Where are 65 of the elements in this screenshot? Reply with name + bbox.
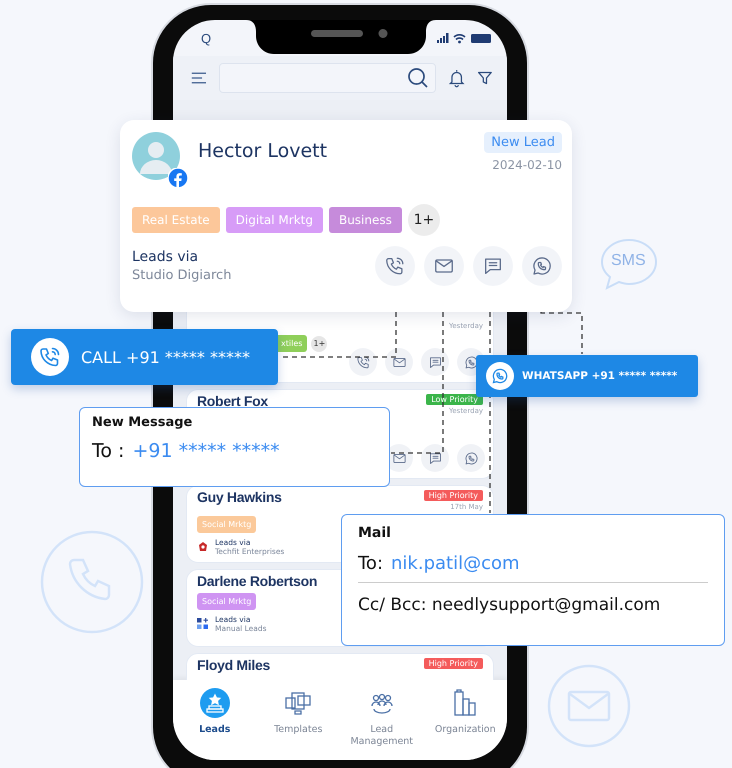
popup-title: New Message	[92, 415, 194, 430]
message-button[interactable]	[421, 444, 449, 472]
lead-card[interactable]: Floyd Miles High Priority	[186, 653, 494, 680]
whatsapp-icon	[464, 450, 478, 466]
tag: Real Estate	[132, 207, 220, 233]
status-text: Q	[201, 30, 212, 46]
more-tags-badge: 1+	[408, 204, 440, 236]
lead-name: Hector Lovett	[198, 140, 328, 162]
whatsapp-toast[interactable]: WHATSAPP +91 ***** *****	[476, 355, 698, 397]
avatar-icon	[132, 132, 180, 180]
lead-name: Floyd Miles	[197, 658, 270, 672]
company-logo-icon	[197, 541, 209, 553]
leads-via-label: Leads via	[132, 249, 200, 265]
lead-name: Guy Hawkins	[197, 490, 282, 507]
lead-name: Darlene Robertson	[197, 574, 318, 588]
whatsapp-icon	[531, 255, 553, 277]
nav-tab[interactable]: Templates	[258, 688, 338, 760]
templates-icon	[284, 690, 312, 716]
whatsapp-icon	[464, 354, 478, 370]
chat-icon	[428, 450, 442, 466]
call-toast[interactable]: CALL +91 ***** *****	[11, 329, 278, 385]
priority-badge: Low Priority	[426, 394, 483, 405]
grid-plus-icon	[197, 618, 209, 630]
whatsapp-icon	[486, 362, 514, 390]
sms-label: SMS	[611, 252, 646, 270]
nav-tab[interactable]: Lead Management	[342, 688, 422, 760]
lead-date: 2024-02-10	[492, 158, 562, 172]
status-badge: New Lead	[484, 132, 562, 153]
message-button[interactable]	[473, 246, 513, 286]
to-label: To :	[92, 440, 124, 462]
call-button[interactable]	[349, 348, 377, 376]
facebook-icon	[168, 168, 188, 188]
recipient-number: +91 ***** *****	[132, 440, 280, 462]
search-icon[interactable]	[406, 67, 429, 89]
whatsapp-number: WHATSAPP +91 ***** *****	[522, 370, 678, 382]
priority-badge: High Priority	[424, 490, 483, 501]
trophy-icon	[204, 692, 226, 714]
mail-circle-icon	[547, 664, 631, 748]
mail-button[interactable]	[385, 348, 413, 376]
lead-name: Robert Fox	[197, 394, 268, 411]
message-button[interactable]	[421, 348, 449, 376]
chat-icon	[428, 354, 442, 370]
more-tags-badge: 1+	[311, 336, 328, 352]
call-button[interactable]	[375, 246, 415, 286]
mail-button[interactable]	[424, 246, 464, 286]
tag: Social Mrktg	[197, 593, 256, 610]
lead-source: Studio Digiarch	[132, 268, 232, 283]
team-icon	[368, 691, 395, 715]
popup-title: Mail	[358, 525, 392, 541]
phone-icon	[356, 354, 370, 370]
phone-icon	[384, 255, 406, 277]
tag: Business	[328, 207, 402, 233]
phone-icon	[31, 338, 69, 376]
search-field[interactable]	[218, 63, 436, 93]
tag: Digital Mrktg	[226, 207, 323, 233]
priority-badge: High Priority	[424, 658, 483, 669]
nav-tab[interactable]: Leads	[174, 688, 255, 760]
status-icons	[437, 32, 493, 44]
menu-icon[interactable]	[191, 70, 207, 86]
tag: Social Mrktg	[197, 516, 256, 533]
buildings-icon	[452, 689, 478, 717]
nav-tab[interactable]: Organization	[425, 688, 506, 760]
phone-circle-icon	[40, 530, 144, 634]
whatsapp-button[interactable]	[522, 246, 562, 286]
whatsapp-button[interactable]	[457, 444, 485, 472]
